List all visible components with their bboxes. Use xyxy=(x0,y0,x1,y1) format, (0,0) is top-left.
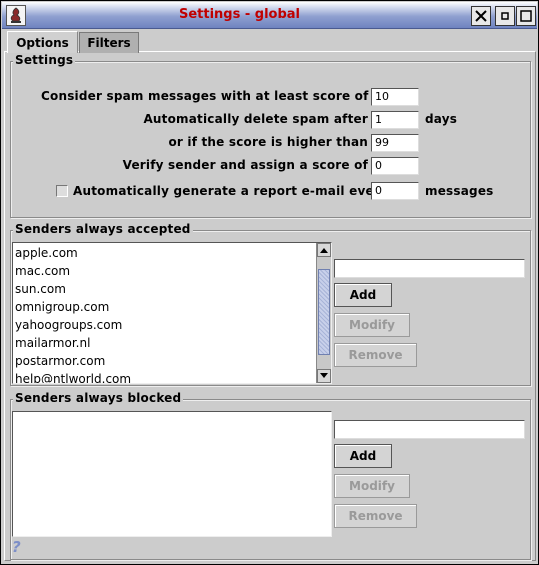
tab-filters[interactable]: Filters xyxy=(79,32,139,53)
score-higher-input[interactable]: 99 xyxy=(371,134,419,152)
min-score-input[interactable]: 10 xyxy=(371,88,419,106)
blocked-list[interactable] xyxy=(12,411,332,537)
settings-group-title: Settings xyxy=(13,53,76,67)
list-item[interactable]: postarmor.com xyxy=(13,352,315,370)
settings-window: Settings - global Options Filters Settin… xyxy=(0,0,539,565)
blocked-group-title: Senders always blocked xyxy=(13,391,184,405)
delete-after-label: Automatically delete spam after xyxy=(143,112,368,126)
report-interval-input[interactable]: 0 xyxy=(371,182,419,200)
accepted-sender-input[interactable] xyxy=(334,259,525,278)
verify-sender-input[interactable]: 0 xyxy=(371,157,419,175)
accepted-group-title: Senders always accepted xyxy=(13,222,193,236)
min-score-label: Consider spam messages with at least sco… xyxy=(41,89,369,103)
maximize-icon xyxy=(520,10,532,22)
accepted-remove-button[interactable]: Remove xyxy=(334,343,417,367)
accepted-modify-button[interactable]: Modify xyxy=(334,313,410,337)
scroll-thumb[interactable] xyxy=(318,268,330,355)
help-icon[interactable]: ? xyxy=(12,538,26,556)
delete-after-unit: days xyxy=(425,112,458,126)
list-item[interactable]: apple.com xyxy=(13,244,315,262)
report-unit: messages xyxy=(425,184,494,198)
blocked-sender-input[interactable] xyxy=(334,420,525,439)
accepted-add-button[interactable]: Add xyxy=(334,283,392,307)
score-higher-label: or if the score is higher than xyxy=(168,135,368,149)
blocked-modify-button[interactable]: Modify xyxy=(334,474,410,498)
maximize-button[interactable] xyxy=(516,6,536,26)
scroll-up-button[interactable] xyxy=(317,243,331,257)
accepted-list[interactable]: apple.com mac.com sun.com omnigroup.com yaho… xyxy=(12,242,332,384)
minimize-button[interactable] xyxy=(495,6,515,26)
report-label: Automatically generate a report e-mail e… xyxy=(73,184,388,198)
list-item[interactable]: sun.com xyxy=(13,280,315,298)
list-item[interactable]: help@ntlworld.com xyxy=(13,370,315,383)
tab-options[interactable]: Options xyxy=(7,31,78,53)
delete-after-input[interactable]: 1 xyxy=(371,111,419,129)
list-item[interactable]: omnigroup.com xyxy=(13,298,315,316)
close-button[interactable] xyxy=(471,6,491,26)
blocked-remove-button[interactable]: Remove xyxy=(334,504,417,528)
verify-sender-label: Verify sender and assign a score of xyxy=(122,158,368,172)
arrow-up-icon xyxy=(320,248,328,253)
accepted-scrollbar[interactable] xyxy=(316,243,331,383)
list-item[interactable]: mac.com xyxy=(13,262,315,280)
list-item[interactable]: yahoogroups.com xyxy=(13,316,315,334)
blocked-add-button[interactable]: Add xyxy=(334,444,392,468)
accepted-list-items: apple.com mac.com sun.com omnigroup.com yaho… xyxy=(13,244,315,383)
report-checkbox[interactable] xyxy=(56,185,68,197)
list-item[interactable]: mailarmor.nl xyxy=(13,334,315,352)
scroll-down-button[interactable] xyxy=(317,369,331,383)
window-title: Settings - global xyxy=(178,7,301,22)
close-icon xyxy=(475,10,487,22)
title-bar[interactable]: Settings - global xyxy=(2,2,537,29)
minimize-icon xyxy=(501,12,509,20)
arrow-down-icon xyxy=(320,373,328,378)
